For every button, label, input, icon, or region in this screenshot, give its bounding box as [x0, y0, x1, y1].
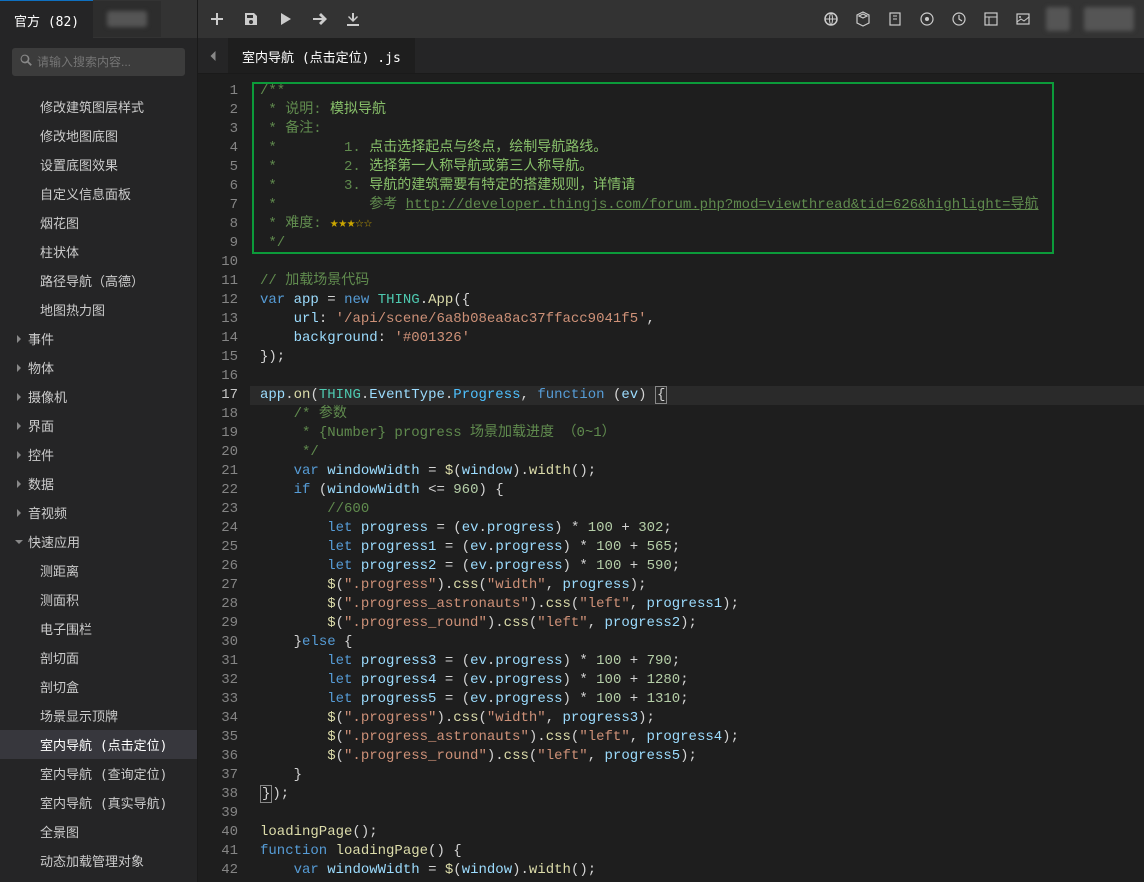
tree-group[interactable]: 物体 [0, 353, 197, 382]
tree-item[interactable]: 室内导航 (真实导航) [0, 788, 197, 817]
globe-icon[interactable] [822, 10, 840, 28]
layout-icon[interactable] [982, 10, 1000, 28]
tree-group[interactable]: 音视频 [0, 498, 197, 527]
search-box[interactable] [12, 48, 185, 76]
save-icon[interactable] [242, 10, 260, 28]
tree-item[interactable]: 修改地图底图 [0, 121, 197, 150]
main: 室内导航 (点击定位) .js 123456789101112131415161… [198, 0, 1144, 882]
tree-group[interactable]: 界面 [0, 411, 197, 440]
tabbar: 室内导航 (点击定位) .js [198, 38, 1144, 74]
sidebar: 官方 (82) 修改建筑图层样式 修改地图底图 设置底图效果 自定义信息面板 烟… [0, 0, 198, 882]
cube-icon[interactable] [854, 10, 872, 28]
tree-group-quickapp[interactable]: 快速应用 [0, 527, 197, 556]
download-icon[interactable] [344, 10, 362, 28]
target-icon[interactable] [918, 10, 936, 28]
tree-item[interactable]: 批量显示监控牌 [0, 875, 197, 882]
toolbar [198, 0, 1144, 38]
search-input[interactable] [37, 55, 192, 69]
sidebar-tab-other[interactable] [93, 1, 161, 37]
tree-item[interactable]: 动态加载管理对象 [0, 846, 197, 875]
tree-item[interactable]: 测面积 [0, 585, 197, 614]
tree-item[interactable]: 剖切盒 [0, 672, 197, 701]
share-icon[interactable] [310, 10, 328, 28]
code-area[interactable]: /** * 说明: 模拟导航 * 备注: * 1. 点击选择起点与终点，绘制导航… [250, 74, 1144, 882]
tree-item[interactable]: 测距离 [0, 556, 197, 585]
tree-item[interactable]: 室内导航 (查询定位) [0, 759, 197, 788]
tree-group[interactable]: 控件 [0, 440, 197, 469]
avatar-2[interactable] [1084, 7, 1134, 31]
chevron-right-icon [14, 363, 24, 373]
tree[interactable]: 修改建筑图层样式 修改地图底图 设置底图效果 自定义信息面板 烟花图 柱状体 路… [0, 86, 197, 882]
avatar-1[interactable] [1046, 7, 1070, 31]
search-icon [19, 53, 37, 71]
tree-item[interactable]: 电子围栏 [0, 614, 197, 643]
tree-group[interactable]: 摄像机 [0, 382, 197, 411]
gutter: 1234567891011121314151617181920212223242… [198, 74, 250, 882]
tree-item[interactable]: 修改建筑图层样式 [0, 92, 197, 121]
tree-item-selected[interactable]: 室内导航 (点击定位) [0, 730, 197, 759]
play-icon[interactable] [276, 10, 294, 28]
editor[interactable]: 1234567891011121314151617181920212223242… [198, 74, 1144, 882]
chevron-right-icon [14, 421, 24, 431]
tree-item[interactable]: 设置底图效果 [0, 150, 197, 179]
tree-item[interactable]: 自定义信息面板 [0, 179, 197, 208]
chevron-right-icon [14, 392, 24, 402]
gallery-icon[interactable] [1014, 10, 1032, 28]
chevron-right-icon [14, 508, 24, 518]
clock-icon[interactable] [950, 10, 968, 28]
file-tab[interactable]: 室内导航 (点击定位) .js [228, 38, 415, 73]
sidebar-tab-official[interactable]: 官方 (82) [0, 0, 93, 40]
tree-item[interactable]: 场景显示顶牌 [0, 701, 197, 730]
tree-group[interactable]: 数据 [0, 469, 197, 498]
tree-item[interactable]: 烟花图 [0, 208, 197, 237]
tree-item[interactable]: 地图热力图 [0, 295, 197, 324]
tree-group[interactable]: 事件 [0, 324, 197, 353]
tree-item[interactable]: 路径导航（高德） [0, 266, 197, 295]
tree-item[interactable]: 全景图 [0, 817, 197, 846]
tree-item[interactable]: 柱状体 [0, 237, 197, 266]
tab-back-button[interactable] [198, 38, 228, 73]
chevron-down-icon [14, 537, 24, 547]
tree-item[interactable]: 剖切面 [0, 643, 197, 672]
chevron-right-icon [14, 479, 24, 489]
book-icon[interactable] [886, 10, 904, 28]
chevron-right-icon [14, 450, 24, 460]
new-file-icon[interactable] [208, 10, 226, 28]
chevron-right-icon [14, 334, 24, 344]
sidebar-header: 官方 (82) [0, 0, 197, 38]
